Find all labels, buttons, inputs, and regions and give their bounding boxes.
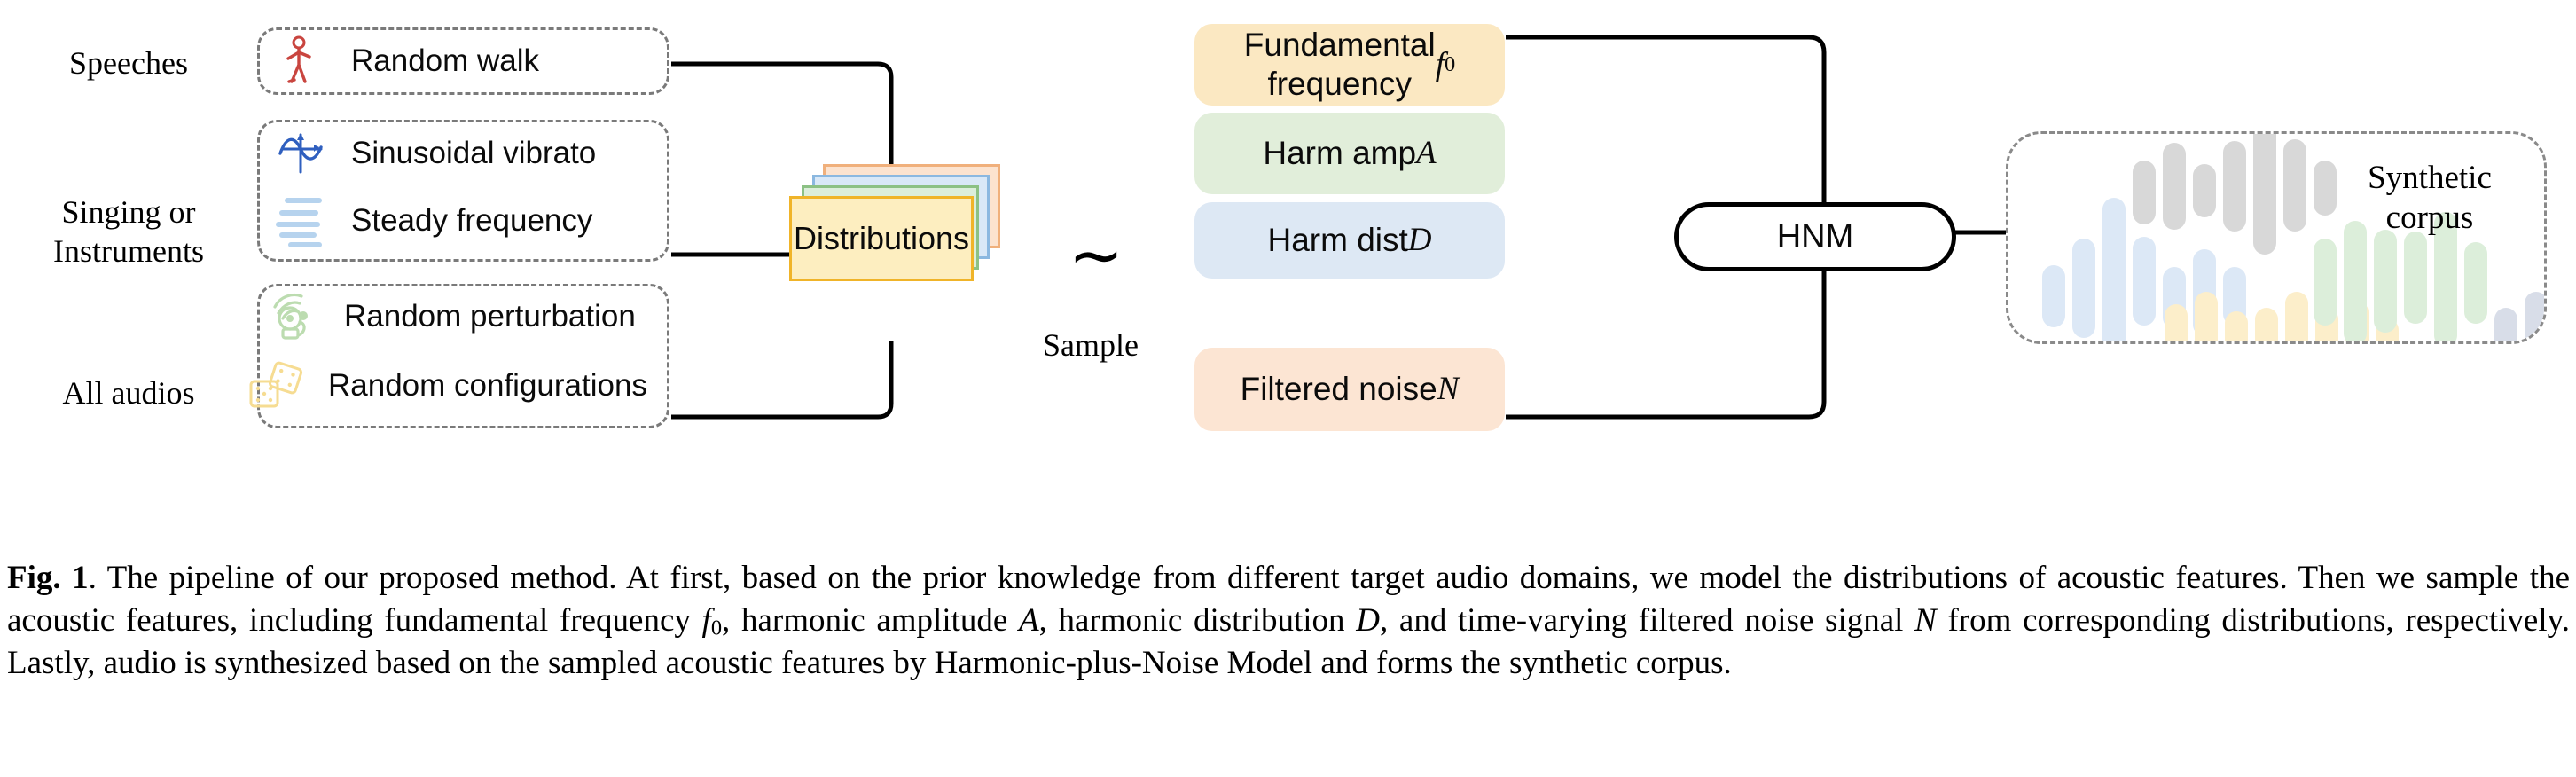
distributions-stack[interactable]: Distributions [789, 164, 1020, 341]
horizontal-lines-icon [273, 193, 328, 248]
prior-item-random-configurations[interactable]: Random configurations [249, 358, 647, 413]
prior-item-random-walk[interactable]: Random walk [273, 34, 539, 89]
distribution-sheet-1: Distributions [789, 196, 974, 281]
ringing-bell-icon [266, 289, 321, 344]
corpus-bar [2193, 164, 2216, 217]
prior-item-label: Random walk [351, 43, 540, 78]
group-label-all-audios: All audios [62, 375, 195, 411]
feature-filtered-noise[interactable]: Filtered noise N [1194, 348, 1505, 431]
corpus-bar [2102, 198, 2126, 341]
corpus-bar [2404, 232, 2427, 324]
corpus-bar [2525, 292, 2544, 341]
sample-label: Sample [1043, 327, 1139, 363]
corpus-bar [2253, 134, 2276, 255]
group-label-speeches: Speeches [69, 45, 188, 81]
corpus-bar [2283, 139, 2306, 232]
corpus-bar [2195, 292, 2218, 341]
corpus-bar [2374, 230, 2397, 333]
corpus-bar [2314, 239, 2337, 326]
pipeline-diagram: Speeches Singing or Instruments All audi… [0, 0, 2576, 550]
corpus-bar [2494, 308, 2517, 341]
synthetic-corpus-label: Synthetic corpus [2368, 160, 2492, 237]
prior-item-label: Sinusoidal vibrato [351, 136, 597, 170]
corpus-bar [2042, 265, 2065, 327]
corpus-bar [2165, 304, 2188, 341]
corpus-bar [2072, 239, 2095, 338]
corpus-bar [2223, 141, 2246, 232]
corpus-bar [2133, 161, 2156, 224]
dice-icon [249, 358, 305, 413]
figure-caption: Fig. 1. The pipeline of our proposed met… [7, 557, 2570, 685]
corpus-bar [2255, 308, 2278, 341]
prior-item-label: Steady frequency [351, 203, 593, 238]
corpus-bar [2133, 237, 2156, 326]
corpus-bar [2163, 143, 2186, 230]
prior-item-random-perturbation[interactable]: Random perturbation [266, 289, 636, 344]
walking-person-icon [273, 34, 328, 89]
corpus-bar [2464, 242, 2487, 324]
figure-page: Speeches Singing or Instruments All audi… [0, 0, 2576, 777]
sine-wave-axes-icon [273, 126, 328, 181]
group-label-singing-instruments: Singing or Instruments [53, 194, 204, 269]
corpus-bar [2225, 311, 2248, 341]
feature-fundamental-frequency[interactable]: Fundamental frequency f0 [1194, 24, 1505, 106]
corpus-bar [2344, 221, 2367, 341]
caption-body: . The pipeline of our proposed method. A… [7, 560, 2570, 682]
distributions-label: Distributions [793, 220, 970, 256]
prior-item-label: Random configurations [328, 368, 647, 403]
prior-item-steady-frequency[interactable]: Steady frequency [273, 193, 592, 248]
hnm-synthesizer[interactable]: HNM [1674, 202, 1956, 271]
caption-figure-number: Fig. 1 [7, 560, 89, 596]
prior-item-label: Random perturbation [344, 299, 636, 334]
corpus-bar [2285, 292, 2308, 341]
prior-item-sinusoidal-vibrato[interactable]: Sinusoidal vibrato [273, 126, 596, 181]
corpus-bar [2314, 161, 2337, 216]
feature-harmonic-distribution[interactable]: Harm dist D [1194, 202, 1505, 279]
sample-tilde-symbol: ∼ [1069, 220, 1124, 293]
feature-harmonic-amplitude[interactable]: Harm amp A [1194, 113, 1505, 194]
